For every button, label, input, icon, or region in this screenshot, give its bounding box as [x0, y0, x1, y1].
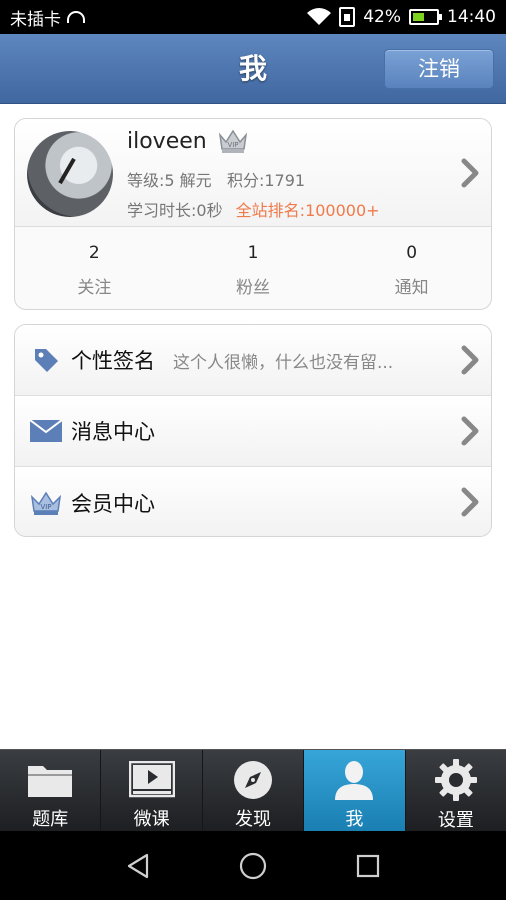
- tab-discover[interactable]: 发现: [203, 750, 305, 831]
- stat-value: 1: [247, 243, 259, 263]
- clock: 14:40: [447, 7, 496, 27]
- chevron-right-icon: [461, 158, 479, 188]
- tab-question-bank[interactable]: 题库: [0, 750, 102, 831]
- wifi-icon: [307, 8, 332, 25]
- svg-text:VIP: VIP: [40, 503, 51, 511]
- vip-center-row[interactable]: VIP 会员中心: [15, 467, 491, 536]
- profile-stats: 2 关注 1 粉丝 0 通知: [15, 227, 491, 309]
- signature-row[interactable]: 个性签名 这个人很懒，什么也没有留...: [15, 325, 491, 396]
- stat-value: 2: [88, 243, 100, 263]
- compass-icon: [229, 758, 277, 801]
- envelope-icon: [29, 416, 63, 446]
- site-rank-text: 全站排名:100000+: [235, 201, 380, 220]
- menu-list: 个性签名 这个人很懒，什么也没有留... 消息中心 VIP 会员中心: [14, 324, 492, 537]
- tab-label: 我: [345, 809, 364, 830]
- stat-followers[interactable]: 1 粉丝: [174, 227, 333, 309]
- tab-label: 题库: [32, 809, 69, 830]
- stat-following[interactable]: 2 关注: [15, 227, 174, 309]
- status-bar: 未插卡 42% 14:40: [0, 0, 506, 34]
- tab-label: 微课: [133, 809, 170, 830]
- level-points-line: 等级:5 解元 积分:1791: [127, 167, 305, 191]
- stat-label: 关注: [77, 278, 112, 298]
- logout-button[interactable]: 注销: [384, 49, 494, 89]
- stat-label: 通知: [394, 278, 429, 298]
- title-bar: 我 注销: [0, 34, 506, 104]
- android-icon: [67, 11, 85, 23]
- video-icon: [128, 758, 176, 801]
- username: iloveen: [127, 129, 207, 154]
- profile-summary[interactable]: iloveen VIP 等级:5 解元 积分:1791 学习时长:0秒 全站排名…: [15, 119, 491, 227]
- back-icon[interactable]: [124, 852, 152, 880]
- carrier-text: 未插卡: [10, 9, 61, 30]
- message-center-row[interactable]: 消息中心: [15, 396, 491, 467]
- user-icon: [330, 758, 378, 801]
- stat-value: 0: [406, 243, 418, 263]
- system-nav-bar: [0, 831, 506, 900]
- vip-center-label: 会员中心: [71, 491, 155, 516]
- sim-icon: [339, 7, 356, 27]
- stat-label: 粉丝: [236, 278, 270, 298]
- study-rank-line: 学习时长:0秒 全站排名:100000+: [127, 197, 380, 221]
- chevron-right-icon: [461, 487, 479, 517]
- svg-text:VIP: VIP: [227, 141, 238, 149]
- bottom-tab-bar: 题库 微课 发现 我 设置: [0, 749, 506, 831]
- tab-label: 设置: [437, 810, 474, 831]
- points-text: 积分:1791: [226, 171, 306, 190]
- study-time-text: 学习时长:0秒: [127, 201, 223, 220]
- chevron-right-icon: [461, 416, 479, 446]
- battery-percent: 42%: [363, 7, 401, 27]
- avatar[interactable]: [27, 131, 113, 217]
- profile-card: iloveen VIP 等级:5 解元 积分:1791 学习时长:0秒 全站排名…: [14, 118, 492, 310]
- folder-icon: [26, 758, 74, 801]
- vip-crown-icon: VIP: [29, 488, 63, 518]
- recent-apps-icon[interactable]: [354, 852, 382, 880]
- home-icon[interactable]: [239, 852, 267, 880]
- vip-crown-icon: VIP: [218, 129, 248, 153]
- tab-label: 发现: [235, 809, 272, 830]
- message-center-label: 消息中心: [71, 420, 155, 444]
- tab-micro-course[interactable]: 微课: [101, 750, 203, 831]
- stat-notifications[interactable]: 0 通知: [332, 227, 491, 309]
- signature-value: 这个人很懒，什么也没有留...: [173, 352, 394, 373]
- signature-label: 个性签名: [71, 349, 155, 373]
- gear-icon: [432, 758, 480, 802]
- tab-me[interactable]: 我: [304, 750, 406, 831]
- battery-icon: [409, 9, 442, 25]
- chevron-right-icon: [461, 345, 479, 375]
- tab-settings[interactable]: 设置: [406, 750, 506, 831]
- tag-icon: [29, 345, 63, 375]
- level-text: 等级:5 解元: [127, 171, 212, 190]
